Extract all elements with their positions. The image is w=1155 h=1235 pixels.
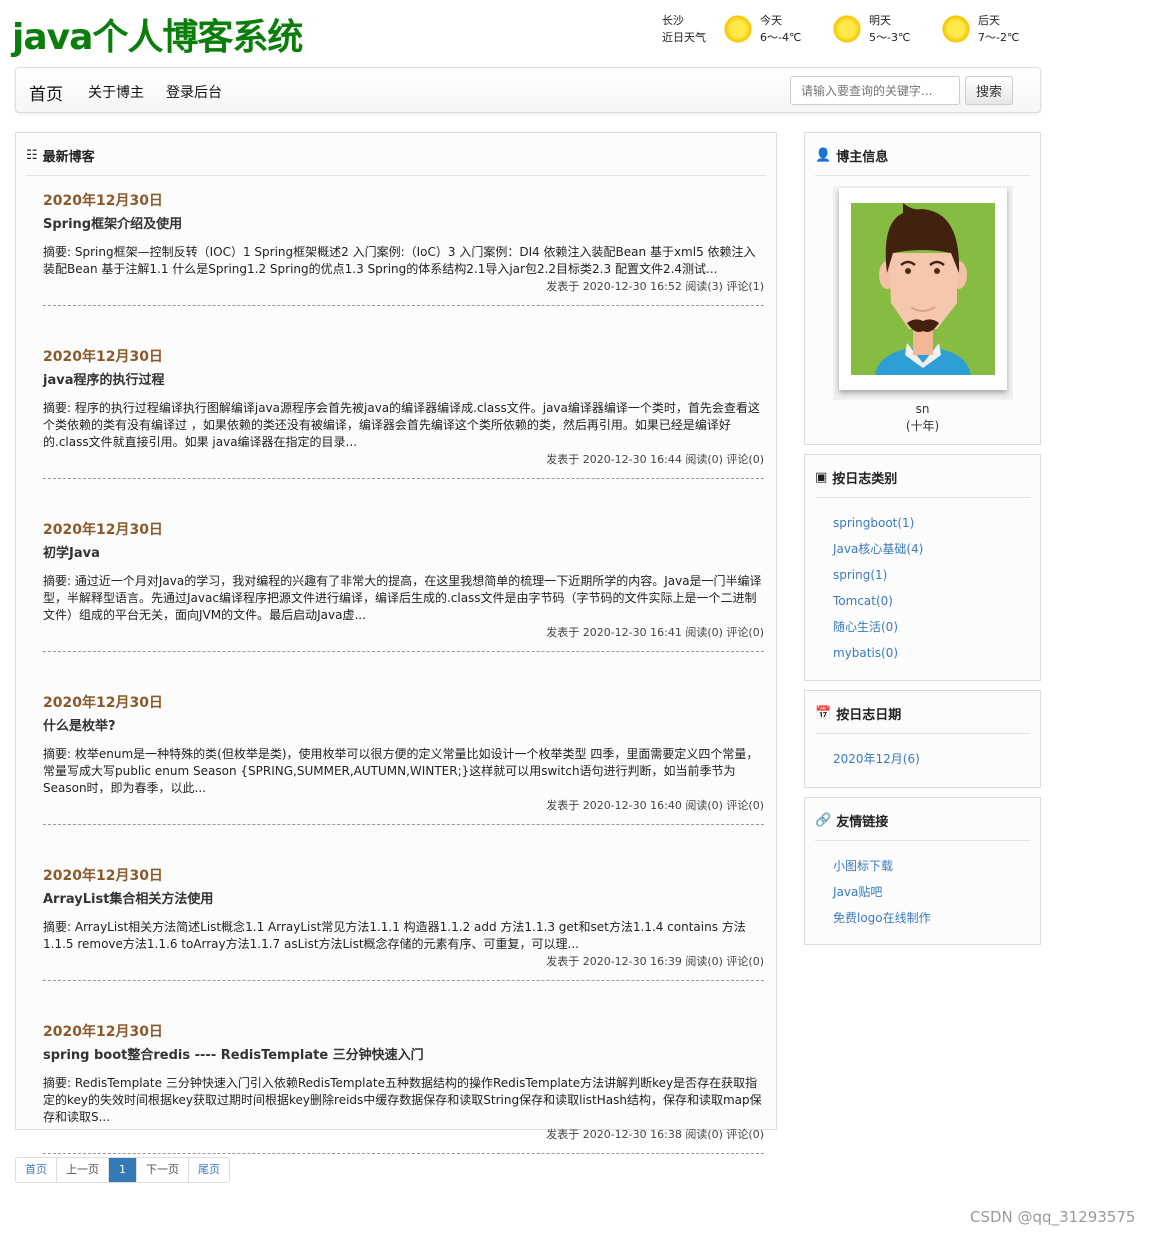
sun-icon xyxy=(942,15,970,43)
panel-title: 按日志类别 xyxy=(832,468,897,487)
article-date: 2020年12月30日 xyxy=(43,519,764,542)
panel-header: 📅 按日志日期 xyxy=(815,691,1030,734)
article-summary: 摘要: 程序的执行过程编译执行图解编译java源程序会首先被java的编译器编译… xyxy=(43,400,764,451)
sun-icon xyxy=(724,15,752,43)
date-archive-link[interactable]: 2020年12月(6) xyxy=(833,746,1040,772)
article-item: 2020年12月30日 Spring框架介绍及使用 摘要: Spring框架—控… xyxy=(43,176,764,306)
category-link[interactable]: Tomcat(0) xyxy=(833,588,1040,614)
article-summary: 摘要: 枚举enum是一种特殊的类(但枚举是类)，使用枚举可以很方便的定义常量比… xyxy=(43,746,764,797)
panel-header: 🔗 友情链接 xyxy=(815,798,1030,841)
weather-label: 近日天气 xyxy=(662,29,724,46)
article-date: 2020年12月30日 xyxy=(43,692,764,715)
panel-header: 👤 博主信息 xyxy=(815,133,1030,176)
article-summary: 摘要: Spring框架—控制反转（IOC）1 Spring框架概述2 入门案例… xyxy=(43,244,764,278)
page-current[interactable]: 1 xyxy=(109,1158,137,1182)
article-item: 2020年12月30日 java程序的执行过程 摘要: 程序的执行过程编译执行图… xyxy=(43,332,764,479)
weather-day: 今天6～-4℃ xyxy=(724,12,833,46)
search-input[interactable] xyxy=(790,76,960,105)
weather-day: 明天5～-3℃ xyxy=(833,12,942,46)
article-title[interactable]: 初学Java xyxy=(43,542,764,561)
friend-link-list: 小图标下载Java贴吧免费logo在线制作 xyxy=(805,841,1040,943)
category-link[interactable]: springboot(1) xyxy=(833,510,1040,536)
page-prev[interactable]: 上一页 xyxy=(57,1158,109,1182)
friend-link[interactable]: Java贴吧 xyxy=(833,879,1040,905)
article-list: 2020年12月30日 Spring框架介绍及使用 摘要: Spring框架—控… xyxy=(16,176,776,1154)
categories-panel: ▣ 按日志类别 springboot(1)Java核心基础(4)spring(1… xyxy=(804,454,1041,681)
blogger-name: sn xyxy=(805,401,1040,417)
nav-about[interactable]: 关于博主 xyxy=(88,82,144,102)
blogger-info-panel: 👤 博主信息 sn (十年) xyxy=(804,132,1041,445)
dates-panel: 📅 按日志日期 2020年12月(6) xyxy=(804,690,1041,788)
panel-title: 最新博客 xyxy=(43,146,95,165)
category-link[interactable]: Java核心基础(4) xyxy=(833,536,1040,562)
page-next[interactable]: 下一页 xyxy=(137,1158,189,1182)
article-date: 2020年12月30日 xyxy=(43,865,764,888)
article-date: 2020年12月30日 xyxy=(43,1021,764,1044)
calendar-icon: 📅 xyxy=(815,706,831,721)
weather-widget: 长沙 近日天气 今天6～-4℃ 明天5～-3℃ 后天7～-2℃ xyxy=(662,12,1051,46)
list-icon: ☷ xyxy=(26,148,38,163)
article-title[interactable]: Spring框架介绍及使用 xyxy=(43,213,764,232)
day-name: 今天 xyxy=(760,12,801,29)
article-title[interactable]: java程序的执行过程 xyxy=(43,369,764,388)
pagination: 首页 上一页 1 下一页 尾页 xyxy=(15,1157,230,1183)
weather-city: 长沙 近日天气 xyxy=(662,12,724,46)
category-list: springboot(1)Java核心基础(4)spring(1)Tomcat(… xyxy=(805,498,1040,678)
category-link[interactable]: spring(1) xyxy=(833,562,1040,588)
date-list: 2020年12月(6) xyxy=(805,734,1040,784)
nav-home[interactable]: 首页 xyxy=(29,80,63,105)
user-icon: 👤 xyxy=(815,148,831,163)
friend-link[interactable]: 小图标下载 xyxy=(833,853,1040,879)
article-summary: 摘要: 通过近一个月对Java的学习，我对编程的兴趣有了非常大的提高，在这里我想… xyxy=(43,573,764,624)
nav-login[interactable]: 登录后台 xyxy=(166,82,222,102)
page-last[interactable]: 尾页 xyxy=(189,1158,229,1182)
site-title: java个人博客系统 xyxy=(12,8,302,60)
search-button[interactable]: 搜索 xyxy=(965,76,1013,105)
article-meta: 发表于 2020-12-30 16:39 阅读(0) 评论(0) xyxy=(43,953,764,970)
article-item: 2020年12月30日 spring boot整合redis ---- Redi… xyxy=(43,1007,764,1154)
sun-icon xyxy=(833,15,861,43)
weather-day: 后天7～-2℃ xyxy=(942,12,1051,46)
navbar: 首页 关于博主 登录后台 搜索 xyxy=(15,67,1041,113)
article-meta: 发表于 2020-12-30 16:44 阅读(0) 评论(0) xyxy=(43,451,764,468)
article-item: 2020年12月30日 初学Java 摘要: 通过近一个月对Java的学习，我对… xyxy=(43,505,764,652)
article-item: 2020年12月30日 ArrayList集合相关方法使用 摘要: ArrayL… xyxy=(43,851,764,981)
article-meta: 发表于 2020-12-30 16:41 阅读(0) 评论(0) xyxy=(43,624,764,641)
panel-title: 按日志日期 xyxy=(836,704,901,723)
article-item: 2020年12月30日 什么是枚举? 摘要: 枚举enum是一种特殊的类(但枚举… xyxy=(43,678,764,825)
category-link[interactable]: 随心生活(0) xyxy=(833,614,1040,640)
avatar-image xyxy=(851,203,995,375)
day-temp: 7～-2℃ xyxy=(978,29,1019,46)
article-summary: 摘要: ArrayList相关方法简述List概念1.1 ArrayList常见… xyxy=(43,919,764,953)
friend-link[interactable]: 免费logo在线制作 xyxy=(833,905,1040,931)
day-temp: 5～-3℃ xyxy=(869,29,910,46)
article-date: 2020年12月30日 xyxy=(43,190,764,213)
article-title[interactable]: ArrayList集合相关方法使用 xyxy=(43,888,764,907)
article-meta: 发表于 2020-12-30 16:52 阅读(3) 评论(1) xyxy=(43,278,764,295)
city-name: 长沙 xyxy=(662,12,724,29)
links-panel: 🔗 友情链接 小图标下载Java贴吧免费logo在线制作 xyxy=(804,797,1041,945)
article-meta: 发表于 2020-12-30 16:40 阅读(0) 评论(0) xyxy=(43,797,764,814)
clipboard-icon: ▣ xyxy=(815,470,827,485)
panel-title: 友情链接 xyxy=(836,811,888,830)
latest-blogs-panel: ☷ 最新博客 2020年12月30日 Spring框架介绍及使用 摘要: Spr… xyxy=(15,132,777,1130)
panel-title: 博主信息 xyxy=(836,146,888,165)
category-link[interactable]: mybatis(0) xyxy=(833,640,1040,666)
day-name: 后天 xyxy=(978,12,1019,29)
avatar xyxy=(833,186,1013,400)
watermark: CSDN @qq_31293575 xyxy=(970,1208,1135,1226)
link-icon: 🔗 xyxy=(815,813,831,828)
article-summary: 摘要: RedisTemplate 三分钟快速入门引入依赖RedisTempla… xyxy=(43,1075,764,1126)
day-temp: 6～-4℃ xyxy=(760,29,801,46)
article-date: 2020年12月30日 xyxy=(43,346,764,369)
panel-header: ▣ 按日志类别 xyxy=(815,455,1030,498)
page-first[interactable]: 首页 xyxy=(16,1158,57,1182)
article-title[interactable]: spring boot整合redis ---- RedisTemplate 三分… xyxy=(43,1044,764,1063)
article-meta: 发表于 2020-12-30 16:38 阅读(0) 评论(0) xyxy=(43,1126,764,1143)
day-name: 明天 xyxy=(869,12,910,29)
panel-header: ☷ 最新博客 xyxy=(26,133,766,176)
article-title[interactable]: 什么是枚举? xyxy=(43,715,764,734)
blogger-tag: (十年) xyxy=(805,418,1040,434)
